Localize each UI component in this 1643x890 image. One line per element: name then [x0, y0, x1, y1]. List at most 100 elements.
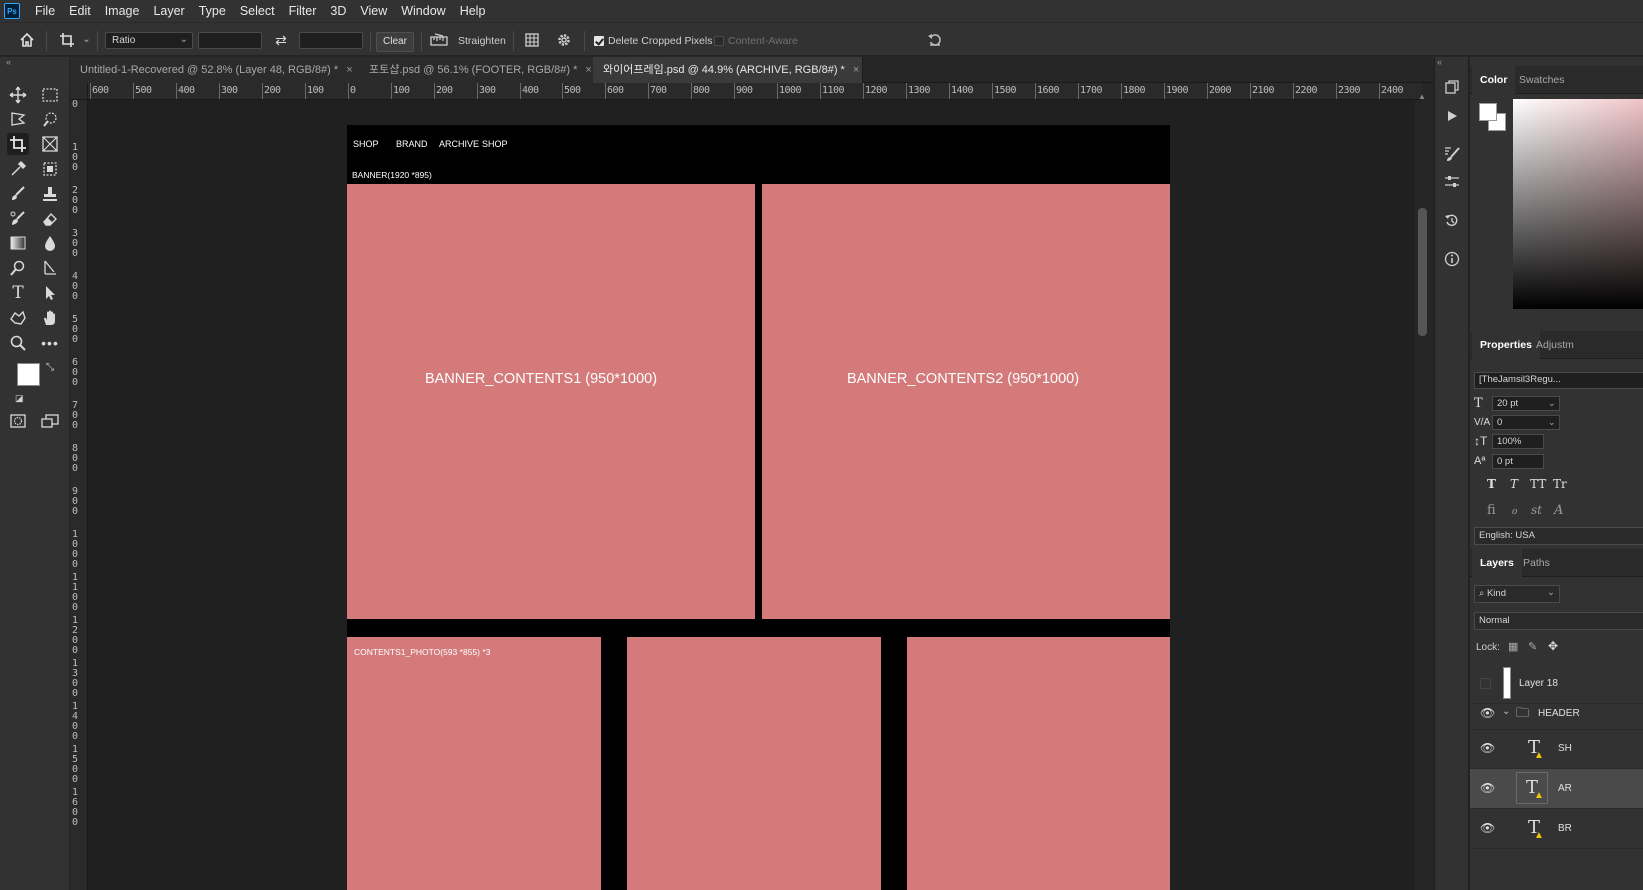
close-icon[interactable]: ×	[853, 64, 859, 76]
more-tools-icon[interactable]: •••	[39, 332, 61, 354]
history-panel-icon[interactable]	[1441, 76, 1463, 98]
vertical-ruler[interactable]: 0 100 200 300 400 500 600 700 800 900 1000 1100 1200…	[70, 100, 88, 890]
zoom-tool-icon[interactable]	[7, 332, 29, 354]
history-icon[interactable]	[1441, 210, 1463, 232]
nav-shop-text[interactable]: SHOP	[482, 139, 508, 149]
blur-tool-icon[interactable]	[39, 232, 61, 254]
nav-archive-text[interactable]: ARCHIVE	[439, 139, 479, 149]
home-icon[interactable]	[16, 29, 38, 51]
clear-button[interactable]: Clear	[376, 32, 414, 52]
foreground-color-swatch[interactable]	[1479, 103, 1497, 121]
custom-shape-icon[interactable]	[7, 307, 29, 329]
font-family-select[interactable]: [TheJamsil3Regu...	[1474, 371, 1643, 389]
dodge-tool-icon[interactable]	[7, 257, 29, 279]
layer-row[interactable]: 👁 T ▲ SH	[1470, 729, 1643, 769]
lock-transparency-icon[interactable]: ▦	[1508, 640, 1518, 653]
adjustments-icon[interactable]	[1441, 171, 1463, 193]
grid-overlay-icon[interactable]	[521, 29, 543, 51]
document-tab[interactable]: Untitled-1-Recovered @ 52.8% (Layer 48, …	[70, 57, 360, 83]
layer-row[interactable]: 👁 T ▲ BR	[1470, 809, 1643, 849]
default-colors-icon[interactable]: ◪	[15, 393, 24, 404]
menu-view[interactable]: View	[353, 0, 394, 22]
close-icon[interactable]: ×	[585, 64, 591, 76]
nav-brand-text[interactable]: BRAND	[396, 139, 428, 149]
foreground-color-swatch[interactable]	[17, 363, 40, 386]
delete-cropped-checkbox[interactable]	[594, 36, 604, 46]
menu-3d[interactable]: 3D	[323, 0, 353, 22]
chevron-down-icon[interactable]: ⌄	[1548, 398, 1556, 409]
quick-selection-tool-icon[interactable]	[39, 108, 61, 130]
eye-icon[interactable]: 👁	[1480, 706, 1495, 720]
contents-photo-1[interactable]: CONTENTS1_PHOTO(593 *855) *3	[347, 637, 601, 890]
chevron-down-icon[interactable]: ⌄	[82, 33, 91, 45]
marquee-tool-icon[interactable]	[39, 84, 61, 106]
crop-tool-preset-icon[interactable]	[56, 29, 78, 51]
contents-photo-2[interactable]	[627, 637, 881, 890]
nav-shop-text[interactable]: SHOP	[353, 139, 379, 149]
ratio-height-input[interactable]	[299, 32, 363, 49]
chevron-down-icon[interactable]: ⌄	[1502, 706, 1510, 717]
old-style-button[interactable]: ℴ	[1511, 503, 1517, 518]
content-aware-checkbox[interactable]	[714, 36, 724, 46]
crop-tool-icon[interactable]	[7, 133, 29, 155]
color-picker-field[interactable]	[1513, 99, 1643, 309]
lock-pixels-icon[interactable]: ✎	[1528, 640, 1537, 653]
eyedropper-tool-icon[interactable]	[7, 158, 29, 180]
menu-layer[interactable]: Layer	[146, 0, 191, 22]
gradient-tool-icon[interactable]	[7, 232, 29, 254]
close-icon[interactable]: ×	[346, 64, 352, 76]
ratio-select[interactable]: Ratio ⌄	[105, 32, 193, 49]
chevron-down-icon[interactable]: ⌄	[1548, 417, 1556, 428]
document-canvas[interactable]: SHOP BRAND ARCHIVE SHOP BANNER(1920 *895…	[347, 125, 1170, 890]
tab-adjustments[interactable]: Adjustm	[1528, 331, 1582, 359]
screen-mode-icon[interactable]	[39, 410, 61, 432]
ligatures-button[interactable]: ﬁ	[1487, 503, 1496, 518]
menu-window[interactable]: Window	[394, 0, 452, 22]
tab-color[interactable]: Color	[1472, 66, 1516, 94]
eraser-tool-icon[interactable]	[39, 208, 61, 230]
contents-photo-3[interactable]	[907, 637, 1170, 890]
document-tab[interactable]: 포토샵.psd @ 56.1% (FOOTER, RGB/8#) * ×	[359, 57, 594, 83]
swap-colors-icon[interactable]: ⤡	[46, 362, 54, 373]
blend-mode-select[interactable]: Normal	[1474, 612, 1643, 630]
collapse-icon[interactable]: «	[6, 57, 11, 67]
lasso-tool-icon[interactable]	[7, 108, 29, 130]
scrollbar-thumb[interactable]	[1418, 208, 1427, 336]
baseline-shift-input[interactable]: 0 pt	[1492, 453, 1544, 469]
document-tab-active[interactable]: 와이어프레임.psd @ 44.9% (ARCHIVE, RGB/8#) * ×	[593, 57, 863, 83]
layer-group-row[interactable]: 👁 ⌄ 🗀 HEADER	[1470, 696, 1643, 730]
swash-button[interactable]: A	[1554, 503, 1563, 518]
menu-file[interactable]: File	[28, 0, 62, 22]
layer-filter-select[interactable]: ⌕ Kind ⌄	[1474, 585, 1560, 603]
vertical-scrollbar[interactable]: ▲	[1415, 92, 1434, 890]
straighten-label[interactable]: Straighten	[458, 35, 506, 47]
all-caps-button[interactable]: TT	[1530, 477, 1546, 491]
visibility-toggle[interactable]	[1480, 678, 1491, 689]
eye-icon[interactable]: 👁	[1480, 821, 1495, 835]
frame-select-icon[interactable]	[39, 158, 61, 180]
direct-selection-icon[interactable]	[39, 282, 61, 304]
small-caps-button[interactable]: Tr	[1553, 477, 1567, 491]
hand-tool-icon[interactable]	[39, 307, 61, 329]
eye-icon[interactable]: 👁	[1480, 741, 1495, 755]
swap-icon[interactable]: ⇄	[270, 29, 292, 51]
brush-tool-icon[interactable]	[7, 183, 29, 205]
frame-tool-icon[interactable]	[39, 133, 61, 155]
straighten-icon[interactable]	[428, 29, 450, 51]
stamp-tool-icon[interactable]	[39, 183, 61, 205]
move-tool-icon[interactable]	[7, 84, 29, 106]
tab-paths[interactable]: Paths	[1515, 549, 1558, 577]
brush-settings-icon[interactable]	[1441, 143, 1463, 165]
tab-swatches[interactable]: Swatches	[1511, 66, 1573, 94]
faux-italic-button[interactable]: T	[1510, 477, 1518, 491]
lock-position-icon[interactable]: ✥	[1548, 639, 1558, 653]
ruler-origin[interactable]	[70, 83, 88, 100]
collapse-icon[interactable]: «	[1437, 57, 1442, 67]
language-select[interactable]: English: USA	[1474, 527, 1643, 545]
vertical-scale-input[interactable]: 100%	[1492, 433, 1544, 449]
banner-contents-2[interactable]: BANNER_CONTENTS2 (950*1000)	[762, 184, 1170, 619]
menu-edit[interactable]: Edit	[62, 0, 98, 22]
info-icon[interactable]	[1441, 248, 1463, 270]
history-brush-icon[interactable]	[7, 208, 29, 230]
quick-mask-icon[interactable]	[7, 410, 29, 432]
